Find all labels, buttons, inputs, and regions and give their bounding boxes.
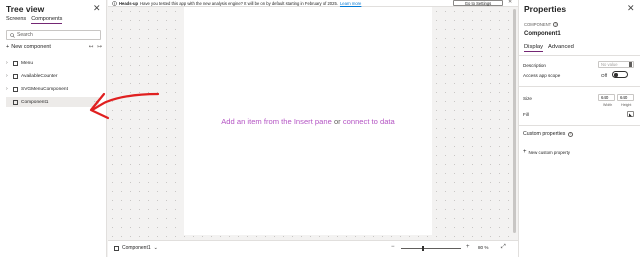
canvas-area[interactable]: Add an item from the Insert pane or conn… [108,7,512,240]
description-field[interactable]: No value [598,61,634,68]
placeholder-or: or [333,117,341,126]
fill-color-picker[interactable]: ◣ [627,111,634,117]
tree-item-menu[interactable]: › Menu [6,58,99,68]
height-input[interactable]: 640 [617,94,634,101]
properties-close-icon[interactable]: ✕ [627,3,635,14]
custom-properties-header: Custom properties i [523,131,574,137]
properties-tabs: Display Advanced [524,44,574,52]
height-caption: Height [621,103,632,107]
search-placeholder: Search [17,32,33,38]
tab-components[interactable]: Components [31,16,63,24]
zoom-slider-thumb[interactable] [422,246,425,251]
component-name[interactable]: Component1 [524,31,561,37]
banner-heading: Heads-up [119,0,139,6]
tree-view-title: Tree view [6,4,45,14]
tree-tabs: Screens Components [6,16,63,24]
tree-item-availablecounter[interactable]: › AvailableCounter [6,71,99,81]
help-icon[interactable]: ? [553,22,559,27]
connect-data-link[interactable]: connect to data [343,117,395,126]
go-to-settings-button[interactable]: Go to Settings [453,0,503,6]
search-icon [10,32,15,38]
paint-bucket-icon: ◣ [628,111,633,117]
scrollbar-thumb[interactable] [513,9,516,233]
headsup-banner: Heads-up Have you tested this app with t… [108,0,518,7]
divider [519,86,640,87]
access-toggle-state: Off [601,73,608,78]
new-custom-property-button[interactable]: + New custom property [523,149,570,155]
properties-panel: Properties ✕ COMPONENT ? Component1 Disp… [518,0,640,257]
chevron-right-icon[interactable]: › [6,73,10,79]
expand-all-icon[interactable]: ↦ [97,44,102,50]
bottom-bar: Component1 ⌄ − + 80 % ⤢ [108,240,518,257]
size-label: Size [523,96,532,101]
width-input[interactable]: 640 [598,94,615,101]
insert-pane-link[interactable]: Add an item from the Insert pane [221,117,332,126]
component-selector-label: Component1 [122,245,151,251]
component-icon [114,245,119,251]
tab-display[interactable]: Display [524,44,544,52]
tab-advanced[interactable]: Advanced [548,44,574,52]
divider [519,55,640,56]
tree-view-panel: Tree view ✕ Screens Components Search + … [0,0,107,257]
chevron-right-icon[interactable]: › [6,60,10,66]
learn-more-link[interactable]: Learn more [340,1,361,6]
access-app-scope-toggle[interactable] [612,71,628,78]
fill-label: Fill [523,112,529,117]
component-icon [13,60,18,66]
component-artboard[interactable]: Add an item from the Insert pane or conn… [184,7,432,235]
component-icon [13,99,18,105]
component-icon [13,86,18,92]
width-caption: Width [603,103,613,107]
toggle-knob [614,73,618,77]
zoom-slider[interactable] [401,246,461,251]
tree-item-label: Component1 [21,99,49,105]
plus-icon: + [523,149,527,155]
tab-screens[interactable]: Screens [6,16,26,24]
access-app-scope-label: Access app scope [523,73,561,78]
divider [519,125,640,126]
tree-item-label: SVGMenuComponent [21,86,68,92]
data-icon [629,62,632,67]
description-label: Description [523,63,546,68]
info-icon[interactable]: i [568,131,574,137]
tree-close-icon[interactable]: ✕ [93,3,101,14]
component-selector[interactable]: Component1 ⌄ [114,245,158,251]
plus-icon[interactable]: + [6,44,9,50]
new-component-button[interactable]: New component [11,44,51,50]
properties-title: Properties [524,4,567,14]
zoom-in-icon[interactable]: + [466,244,470,250]
tree-item-label: AvailableCounter [21,73,58,79]
zoom-value: 80 % [478,245,489,250]
canvas-placeholder: Add an item from the Insert pane or conn… [184,117,432,126]
chevron-down-icon: ⌄ [153,245,158,251]
component-icon [13,73,18,79]
banner-close-icon[interactable]: ✕ [508,0,512,5]
red-arrow-annotation [89,92,160,120]
collapse-all-icon[interactable]: ↤ [89,44,94,50]
banner-message: Have you tested this app with the new an… [140,0,338,6]
chevron-right-icon[interactable]: › [6,86,10,92]
info-icon [112,0,117,6]
expand-icon[interactable]: ⤢ [501,244,506,251]
component-kind: COMPONENT ? [524,22,559,27]
new-component-row: + New component ↤ ↦ [6,44,102,50]
search-input[interactable]: Search [6,30,101,40]
tree-item-label: Menu [21,60,33,66]
zoom-out-icon[interactable]: − [391,244,395,250]
